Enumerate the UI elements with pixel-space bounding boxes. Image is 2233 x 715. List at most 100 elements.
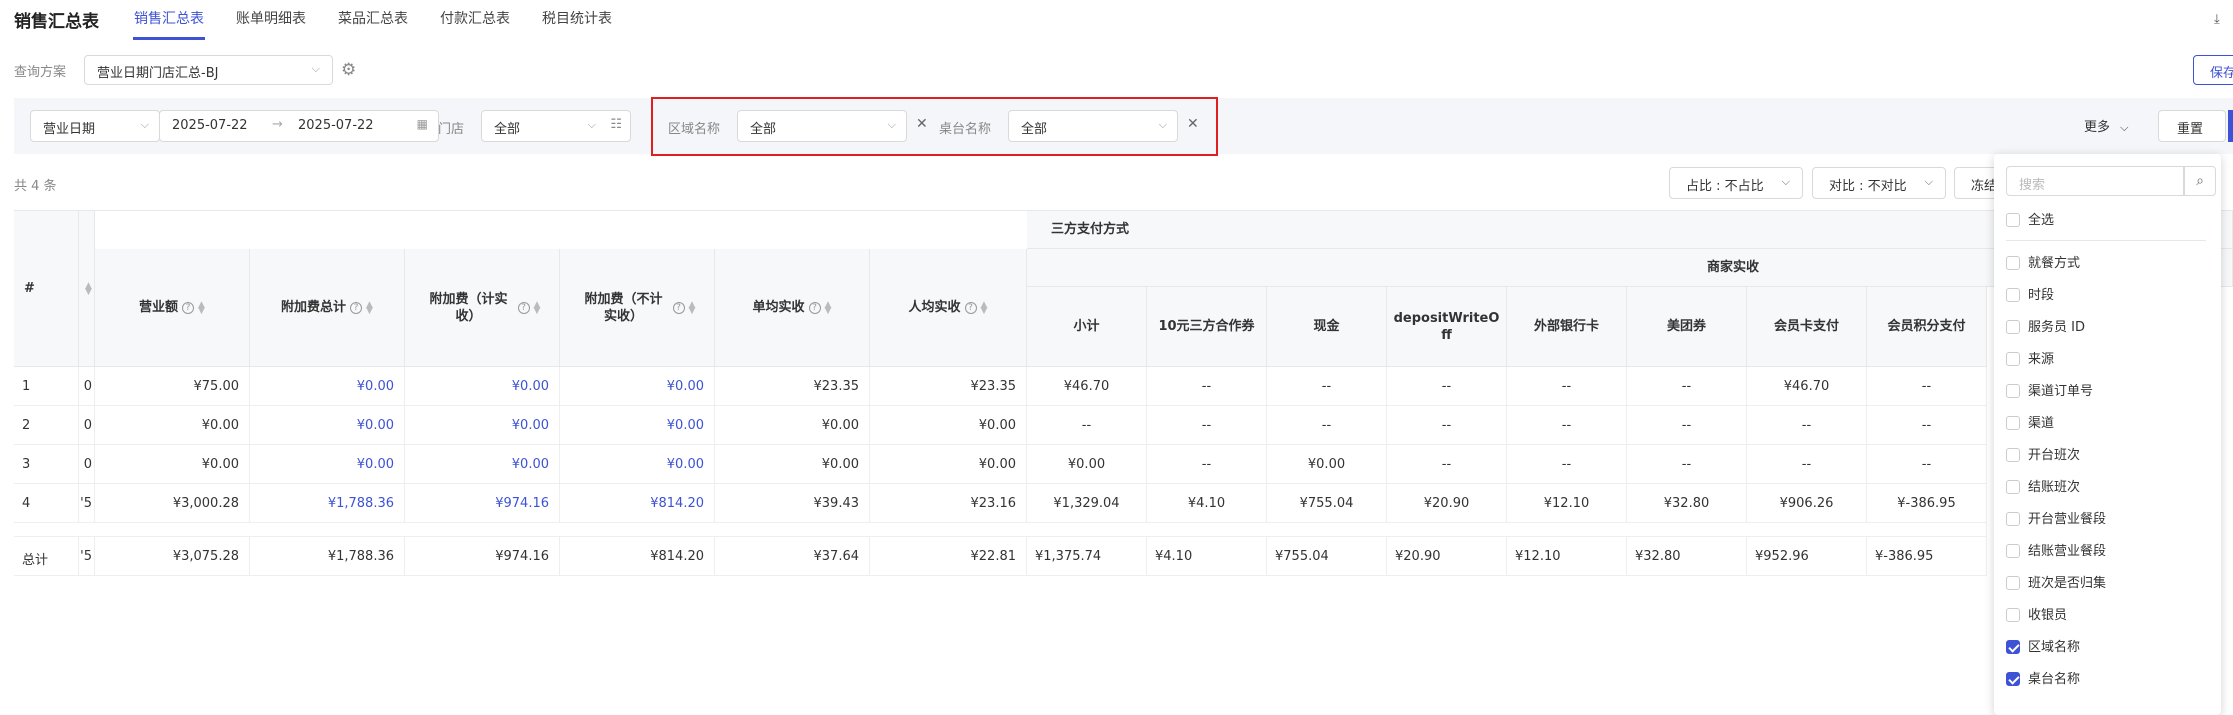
save-button[interactable]: 保存 [2193,55,2233,85]
total-cell-revenue: ¥3,075.28 [95,537,250,576]
header-deposit: depositWriteOff [1387,287,1507,367]
sales-table: # ▲ ▼ 三方支付方式 营业额 ? ▲ ▼ 附加费总计 ? ▲ ▼ 附加费（计实收）… [14,210,2233,577]
table-cell-su: ¥814.20 [560,484,715,523]
sort-icon[interactable]: ▲ ▼ [981,300,988,315]
total-cell-frag: '5 [79,537,95,576]
chevron-down-icon: ⌵ [1781,175,1790,188]
header-avg-per-bill-label: 单均实收 [752,300,805,315]
checkbox-icon[interactable] [2006,212,2020,227]
checkbox-icon[interactable] [2006,479,2020,494]
reset-button[interactable]: 重置 [2158,110,2226,142]
table-cell-su: ¥0.00 [560,445,715,484]
total-cell-ab: ¥37.64 [715,537,870,576]
tab-sales-summary[interactable]: 销售汇总表 [134,8,204,28]
help-icon[interactable]: ? [350,301,363,314]
table-cell-c10: -- [1147,406,1267,445]
table-cell-idx: 1 [14,367,79,406]
more-button[interactable]: 更多 ⌵ [2084,116,2129,135]
date-range-picker[interactable]: 2025-07-22 → 2025-07-22 ▦ [159,110,439,142]
highlight-box [651,97,1218,156]
checkbox-icon[interactable] [2006,255,2020,270]
dropdown-option-3[interactable]: 来源 [2006,348,2054,367]
sort-icon[interactable]: ▲ ▼ [85,281,92,296]
table-cell-st: ¥0.00 [250,445,405,484]
sort-icon[interactable]: ▲ ▼ [534,300,541,315]
dropdown-option-13[interactable]: 桌台名称 [2006,668,2080,687]
query-button-edge[interactable] [2228,110,2233,142]
store-select[interactable]: 全部 ⌵ ☷ [481,110,631,142]
checkbox-icon[interactable] [2006,415,2020,430]
table-cell-mp: -- [1867,406,1987,445]
sort-icon[interactable]: ▲ ▼ [366,300,373,315]
table-cell-sc: ¥974.16 [405,484,560,523]
dropdown-option-0[interactable]: 就餐方式 [2006,252,2080,271]
help-icon[interactable]: ? [808,301,821,314]
dropdown-option-label: 班次是否归集 [2028,576,2107,591]
checkbox-icon[interactable] [2006,543,2020,558]
table-cell-frag: 0 [79,445,95,484]
header-revenue-label: 营业额 [139,300,179,315]
total-cell-sub: ¥1,375.74 [1027,537,1147,576]
checkbox-icon[interactable] [2006,607,2020,622]
dropdown-option-9[interactable]: 结账营业餐段 [2006,540,2106,559]
help-icon[interactable]: ? [182,301,195,314]
header-index: # [14,211,79,367]
dropdown-option-10[interactable]: 班次是否归集 [2006,572,2106,591]
dropdown-option-1[interactable]: 时段 [2006,284,2054,303]
help-icon[interactable]: ? [517,301,530,314]
dropdown-option-label: 来源 [2028,352,2055,367]
date-type-select[interactable]: 营业日期 ⌵ [30,110,160,142]
table-cell-idx: 2 [14,406,79,445]
arrow-right-icon: → [272,117,283,132]
compare-select[interactable]: 对比 : 不对比 ⌵ [1812,167,1946,199]
select-all-checkbox[interactable]: 全选 [2006,209,2054,228]
checkbox-icon[interactable] [2006,639,2020,654]
query-scheme-select[interactable]: 营业日期门店汇总-BJ ⌵ [84,55,333,85]
sort-icon[interactable]: ▲ ▼ [198,300,205,315]
table-cell-mt: -- [1627,367,1747,406]
total-cell-dep: ¥20.90 [1387,537,1507,576]
checkbox-icon[interactable] [2006,383,2020,398]
checkbox-icon[interactable] [2006,511,2020,526]
table-cell-frag: 0 [79,406,95,445]
header-avg-per-person: 人均实收 ? ▲ ▼ [870,249,1027,367]
tab-dish-summary[interactable]: 菜品汇总表 [338,8,408,28]
ratio-select[interactable]: 占比 : 不占比 ⌵ [1669,167,1803,199]
sort-icon[interactable]: ▲ ▼ [689,300,696,315]
chevron-down-icon: ⌵ [2120,121,2129,134]
download-icon[interactable]: ⤓ [2214,12,2220,27]
dropdown-search-input[interactable]: 搜索 [2006,166,2184,196]
dropdown-option-8[interactable]: 开台营业餐段 [2006,508,2106,527]
dropdown-option-11[interactable]: 收银员 [2006,604,2067,623]
search-icon[interactable]: ⌕ [2184,166,2216,196]
dropdown-option-5[interactable]: 渠道 [2006,412,2054,431]
tab-tax-stats[interactable]: 税目统计表 [542,8,612,28]
table-cell-cash: ¥0.00 [1267,445,1387,484]
checkbox-icon[interactable] [2006,671,2020,686]
sort-icon[interactable]: ▲ ▼ [825,300,832,315]
header-surcharge-uncounted: 附加费（不计实收） ? ▲ ▼ [560,249,715,367]
table-cell-revenue: ¥0.00 [95,445,250,484]
table-cell-mp: -- [1867,445,1987,484]
table-cell-ap: ¥23.16 [870,484,1027,523]
filter-settings-icon[interactable]: ☷ [610,117,622,132]
gear-icon[interactable]: ⚙ [341,60,356,80]
checkbox-icon[interactable] [2006,575,2020,590]
help-icon[interactable]: ? [964,301,977,314]
table-cell-st: ¥1,788.36 [250,484,405,523]
checkbox-icon[interactable] [2006,447,2020,462]
help-icon[interactable]: ? [672,301,685,314]
table-cell-mc: -- [1747,445,1867,484]
dropdown-option-12[interactable]: 区域名称 [2006,636,2080,655]
checkbox-icon[interactable] [2006,287,2020,302]
checkbox-icon[interactable] [2006,319,2020,334]
dropdown-option-6[interactable]: 开台班次 [2006,444,2080,463]
header-avg-per-person-label: 人均实收 [908,300,961,315]
dropdown-option-label: 渠道 [2028,416,2055,431]
dropdown-option-4[interactable]: 渠道订单号 [2006,380,2093,399]
tab-bill-detail[interactable]: 账单明细表 [236,8,306,28]
dropdown-option-2[interactable]: 服务员 ID [2006,316,2085,335]
dropdown-option-7[interactable]: 结账班次 [2006,476,2080,495]
tab-payment-summary[interactable]: 付款汇总表 [440,8,510,28]
checkbox-icon[interactable] [2006,351,2020,366]
